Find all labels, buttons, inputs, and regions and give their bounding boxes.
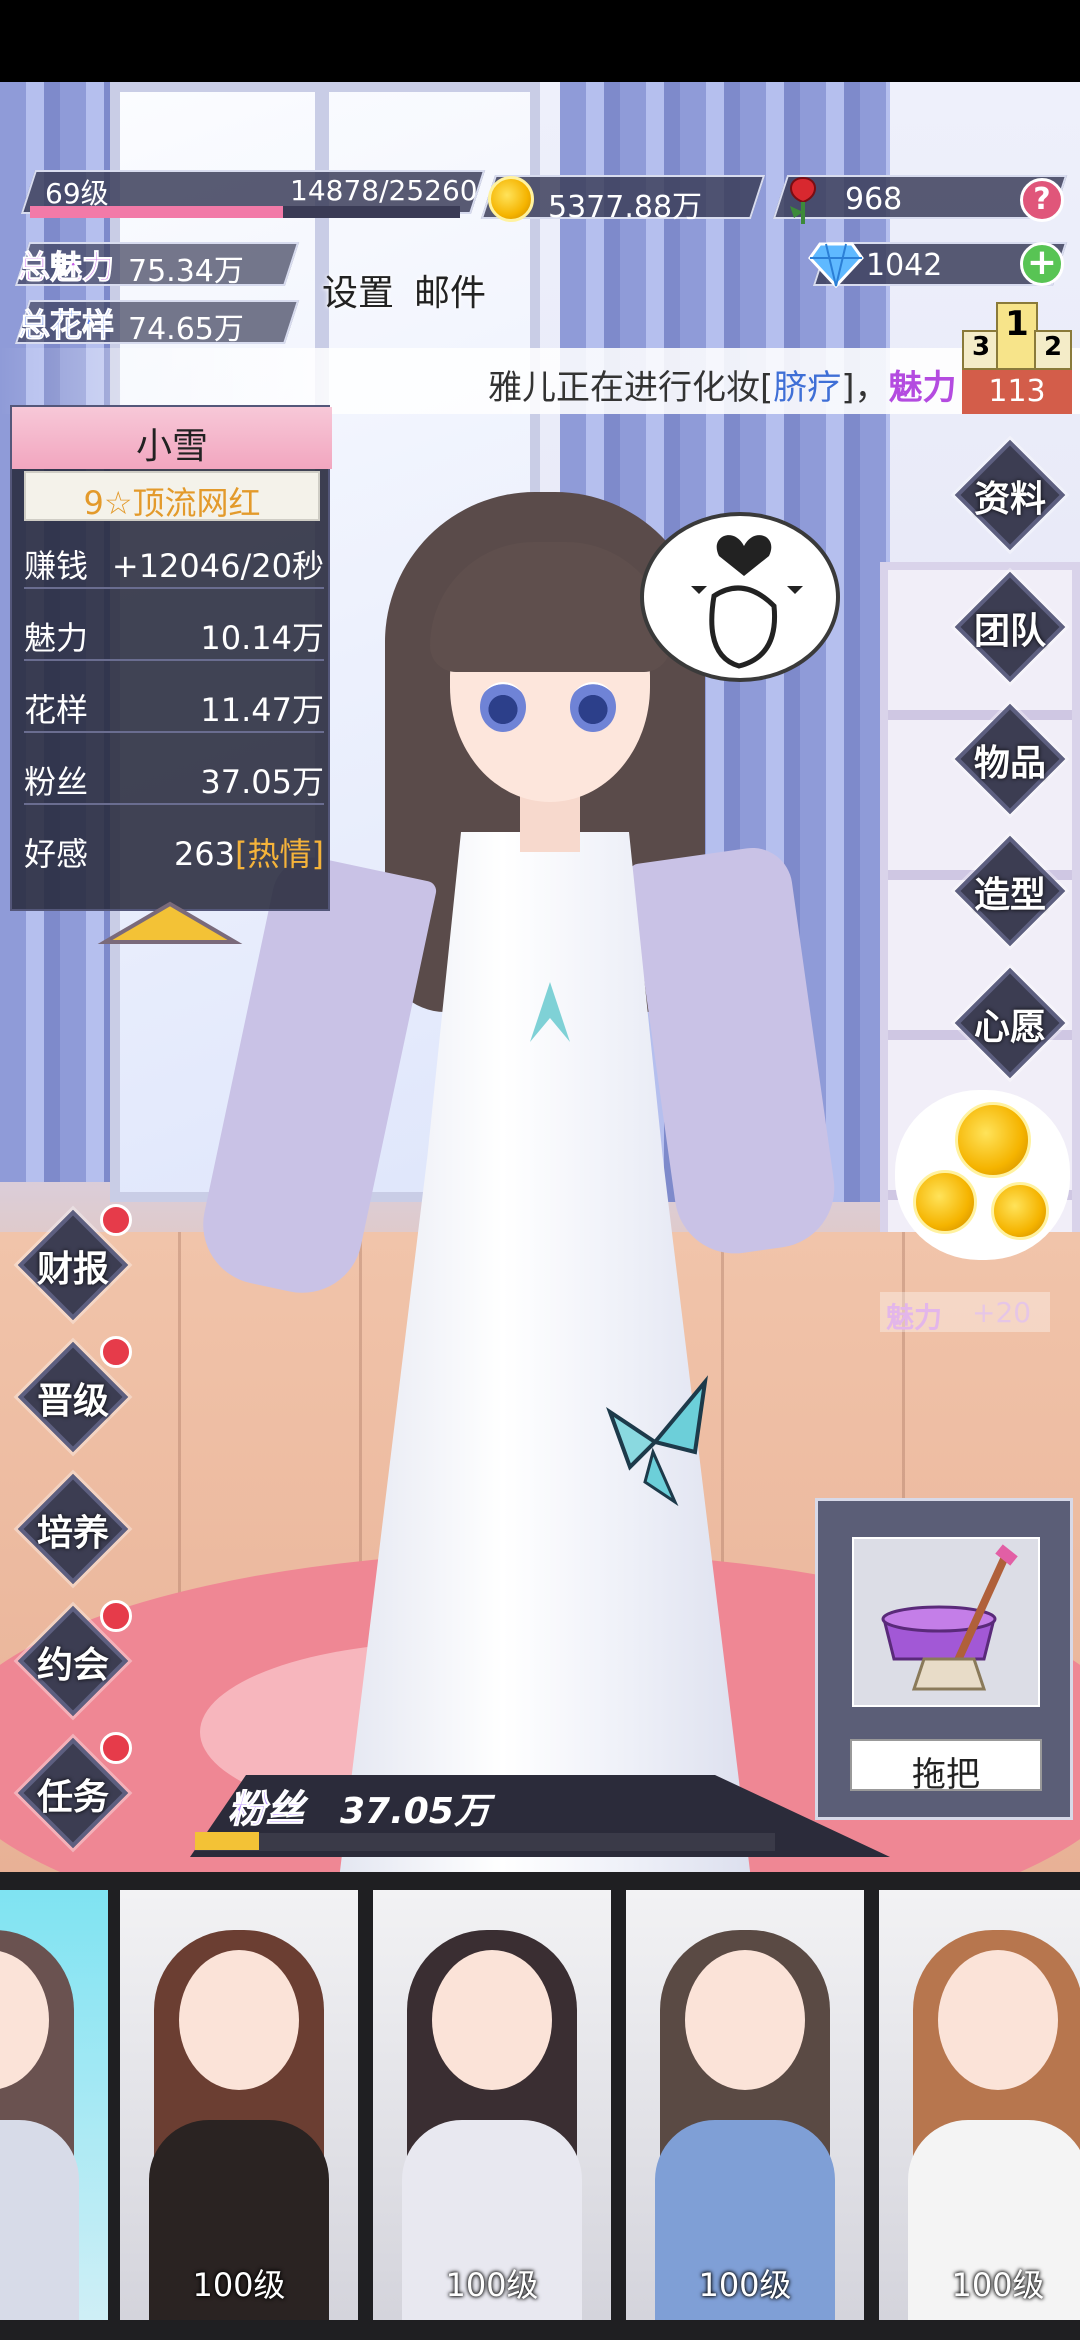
butterfly-icon	[606, 1375, 708, 1507]
game-screen: 69级 14878/25260 5377.88万 968 ? 1042 + 总魅…	[0, 0, 1080, 2340]
stat-row: 粉丝 37.05万	[24, 743, 324, 805]
total-style-label: 总花样	[17, 306, 115, 345]
item-image	[852, 1537, 1040, 1707]
notification-dot	[100, 1732, 132, 1764]
character-name: 小雪	[135, 426, 208, 467]
exp-text: 14878/25260	[290, 174, 478, 207]
floating-charm-gain: 魅力 +20	[880, 1292, 1050, 1334]
total-style-value: 74.65万	[128, 312, 244, 347]
stat-label: 好感	[24, 835, 89, 873]
team-label: 团队	[973, 611, 1046, 652]
roster-card[interactable]: 100级	[373, 1890, 611, 2320]
collapse-panel-button[interactable]	[95, 898, 245, 948]
character-stats-panel: 小雪 9☆顶流网红 赚钱 +12046/20秒 魅力 10.14万 花样 11.47万…	[10, 405, 332, 911]
total-charm-value: 75.34万	[128, 254, 244, 289]
coin-icon	[913, 1170, 977, 1234]
question-icon[interactable]: ?	[1020, 178, 1064, 222]
stat-label: 赚钱	[24, 547, 89, 585]
profile-button[interactable]: 资料	[954, 439, 1066, 551]
coin-icon	[991, 1182, 1049, 1240]
rose-icon	[790, 176, 816, 224]
character-roster: 级 100级 100级 100级 100级	[0, 1872, 1080, 2340]
roster-level: 级	[0, 2260, 108, 2306]
rank-value: 113	[962, 370, 1072, 414]
left-eye	[480, 682, 526, 732]
train-button[interactable]: 培养	[17, 1473, 129, 1585]
item-card[interactable]: 拖把	[815, 1498, 1073, 1820]
character-title: 9☆顶流网红	[83, 484, 261, 522]
styling-button[interactable]: 造型	[954, 835, 1066, 947]
stat-value: +12046/20秒	[111, 547, 324, 585]
rank-first: 1	[996, 302, 1038, 370]
profile-label: 资料	[973, 479, 1046, 520]
gold-coin-icon	[488, 176, 534, 222]
fans-value: 37.05万	[340, 1791, 490, 1832]
total-charm-label: 总魅力	[17, 248, 115, 287]
finger-heart-icon	[691, 535, 803, 669]
train-label: 培养	[36, 1513, 109, 1554]
stat-value: 37.05万	[200, 763, 324, 801]
ticker-text: 雅儿正在进行化妆[脐疗]，魅力	[488, 368, 957, 408]
wish-button[interactable]: 心愿	[954, 967, 1066, 1079]
fans-track	[195, 1833, 775, 1851]
ranking-button[interactable]: 3 1 2 113	[962, 298, 1074, 418]
notification-dot	[100, 1600, 132, 1632]
stat-label: 粉丝	[24, 763, 89, 801]
collect-coins-button[interactable]	[895, 1090, 1070, 1260]
diamond-value: 1042	[866, 248, 943, 283]
title-badge: 9☆顶流网红	[24, 471, 320, 522]
rank-third: 3	[962, 330, 1000, 370]
exp-fill	[30, 206, 284, 218]
coin-icon	[955, 1102, 1031, 1178]
roster-level: 100级	[951, 2266, 1045, 2304]
fans-progress-fill	[195, 1832, 259, 1850]
fans-label: 粉丝	[227, 1787, 305, 1832]
notification-dot	[100, 1336, 132, 1368]
floating-label: 魅力	[886, 1301, 943, 1334]
stat-row: 赚钱 +12046/20秒	[24, 527, 324, 589]
stat-label: 魅力	[24, 619, 89, 657]
roster-level: 100级	[698, 2266, 792, 2304]
settings-button[interactable]: 设置	[322, 264, 394, 316]
team-button[interactable]: 团队	[954, 571, 1066, 683]
name-banner: 小雪	[12, 407, 332, 469]
stat-value: 10.14万	[200, 619, 324, 657]
plus-icon[interactable]: +	[1020, 242, 1064, 286]
stat-value: 11.47万	[200, 691, 324, 729]
gold-value: 5377.88万	[548, 190, 703, 225]
tasks-label: 任务	[36, 1777, 109, 1818]
exp-track	[30, 206, 460, 218]
stat-row: 魅力 10.14万	[24, 599, 324, 661]
notification-dot	[100, 1204, 132, 1236]
date-label: 约会	[36, 1645, 109, 1686]
affection-tag: [热情]	[235, 835, 324, 873]
roster-card[interactable]: 级	[0, 1890, 108, 2320]
status-bar	[0, 0, 1080, 82]
right-eye	[570, 682, 616, 732]
item-label-box: 拖把	[850, 1739, 1042, 1795]
stat-row: 花样 11.47万	[24, 671, 324, 733]
diamond-icon	[808, 242, 864, 288]
items-label: 物品	[973, 743, 1046, 784]
roster-level: 100级	[445, 2266, 539, 2304]
finance-report-label: 财报	[36, 1249, 109, 1290]
wish-label: 心愿	[973, 1007, 1046, 1048]
promote-label: 晋级	[36, 1381, 109, 1422]
mail-button[interactable]: 邮件	[414, 264, 486, 316]
item-name: 拖把	[912, 1755, 980, 1795]
roster-card[interactable]: 100级	[626, 1890, 864, 2320]
floating-value: +20	[972, 1296, 1032, 1329]
items-button[interactable]: 物品	[954, 703, 1066, 815]
roster-card[interactable]: 100级	[879, 1890, 1080, 2320]
speech-bubble	[640, 512, 840, 682]
stat-value: 263[热情]	[173, 835, 324, 873]
roster-card[interactable]: 100级	[120, 1890, 358, 2320]
rank-second: 2	[1034, 330, 1072, 370]
roster-level: 100级	[192, 2266, 286, 2304]
stat-label: 花样	[24, 691, 89, 729]
styling-label: 造型	[973, 875, 1046, 916]
stat-row: 好感 263[热情]	[24, 815, 324, 877]
rose-value: 968	[845, 182, 903, 217]
mop-bucket-icon	[881, 1544, 1018, 1691]
